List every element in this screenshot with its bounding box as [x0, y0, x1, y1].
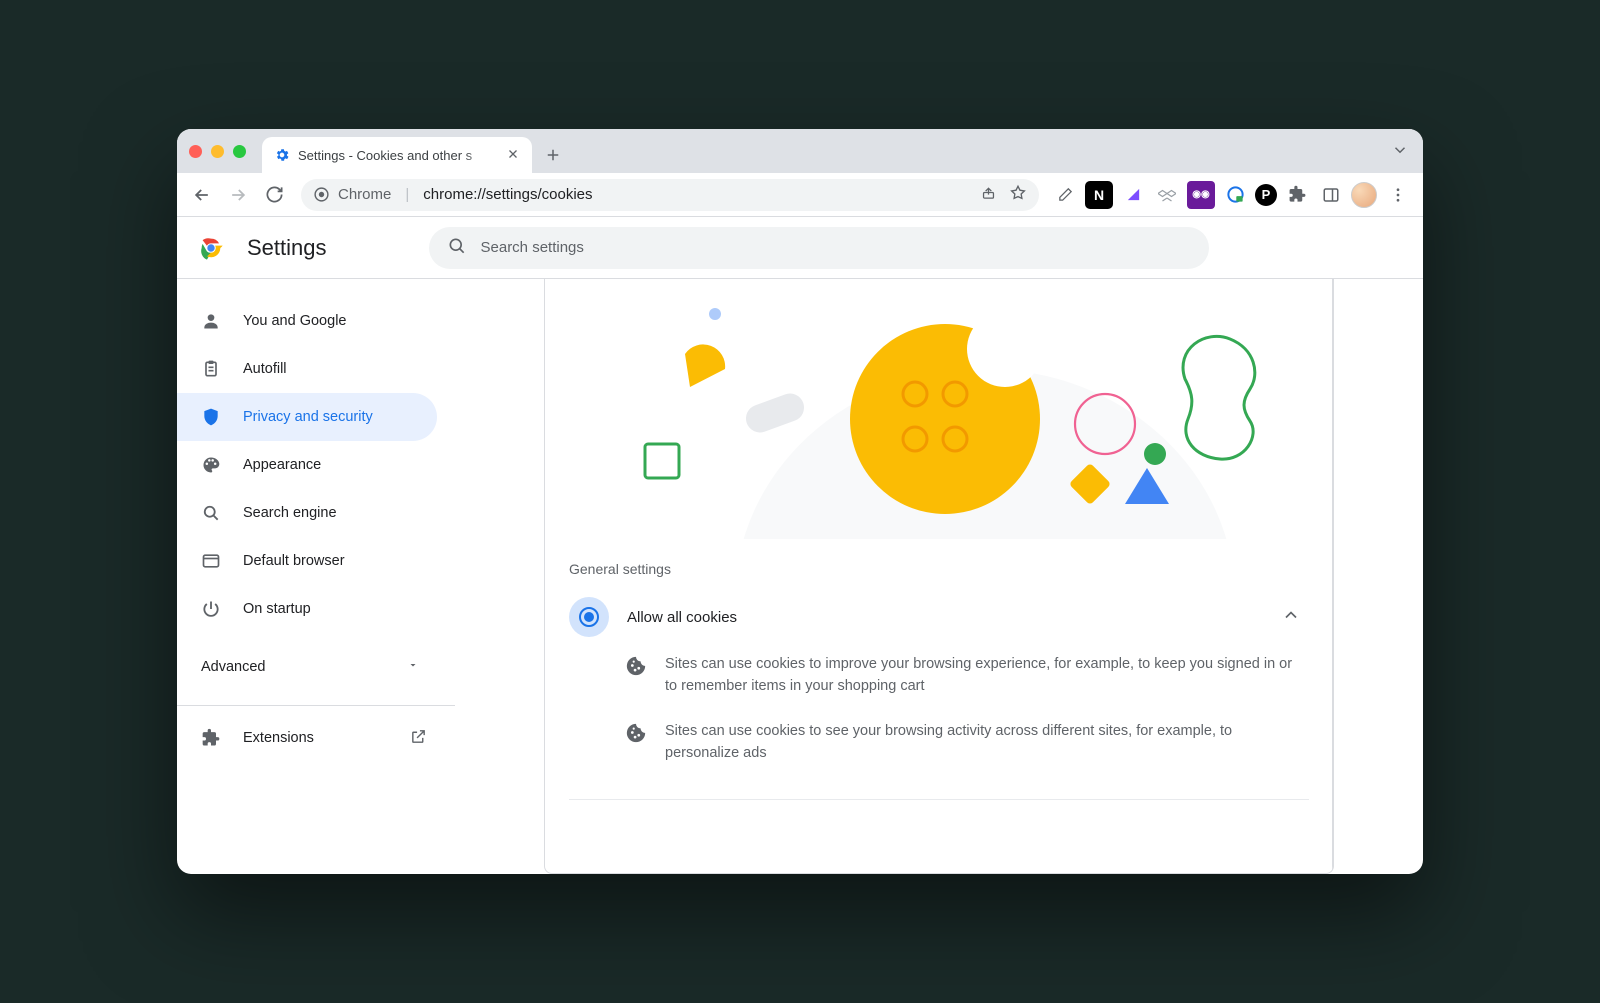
search-placeholder: Search settings: [481, 239, 584, 256]
clipboard-icon: [201, 359, 221, 379]
person-icon: [201, 311, 221, 331]
extension-circle-icon[interactable]: [1221, 181, 1249, 209]
tab-title: Settings - Cookies and other s: [298, 148, 498, 163]
radio-label: Allow all cookies: [627, 609, 737, 626]
palette-icon: [201, 455, 221, 475]
search-icon: [201, 503, 221, 523]
cookie-option-allow-all: Allow all cookies Sites can use cookies …: [545, 589, 1333, 785]
cookies-panel: General settings Allow all cookies: [544, 279, 1334, 874]
section-general-settings: General settings: [545, 539, 1333, 589]
sidebar-item-label: Privacy and security: [243, 409, 373, 425]
extensions-label: Extensions: [243, 730, 314, 746]
shield-icon: [201, 407, 221, 427]
sidebar-item-label: Search engine: [243, 505, 337, 521]
extension-p-icon[interactable]: P: [1255, 184, 1277, 206]
sidebar-item-autofill[interactable]: Autofill: [177, 345, 437, 393]
extension-purple-icon[interactable]: [1119, 181, 1147, 209]
sidebar-item-default-browser[interactable]: Default browser: [177, 537, 437, 585]
extension-icons: N ◉◉ P: [1051, 180, 1413, 210]
search-settings-input[interactable]: Search settings: [429, 227, 1209, 269]
forward-button[interactable]: [223, 180, 253, 210]
browser-icon: [201, 551, 221, 571]
extensions-puzzle-icon[interactable]: [1283, 181, 1311, 209]
settings-page: Settings Search settings You and Google …: [177, 217, 1423, 874]
radio-allow-all-cookies[interactable]: [569, 597, 609, 637]
minimize-window-button[interactable]: [211, 145, 224, 158]
settings-sidebar: You and Google Autofill Privacy and secu…: [177, 279, 455, 874]
share-icon[interactable]: [980, 184, 997, 206]
puzzle-icon: [201, 728, 221, 748]
tab-strip: Settings - Cookies and other s: [177, 129, 1423, 173]
toolbar: Chrome | chrome://settings/cookies N ◉◉ …: [177, 173, 1423, 217]
url-scheme: Chrome: [338, 186, 391, 203]
new-tab-button[interactable]: [538, 140, 568, 170]
address-bar[interactable]: Chrome | chrome://settings/cookies: [301, 179, 1039, 211]
chrome-logo-icon: [197, 234, 225, 262]
open-in-new-icon: [410, 728, 427, 749]
close-tab-icon[interactable]: [506, 147, 520, 164]
browser-tab[interactable]: Settings - Cookies and other s: [262, 137, 532, 173]
extension-dropbox-icon[interactable]: [1153, 181, 1181, 209]
close-window-button[interactable]: [189, 145, 202, 158]
chevron-up-icon[interactable]: [1277, 595, 1305, 640]
settings-main: General settings Allow all cookies: [455, 279, 1423, 874]
detail-text: Sites can use cookies to improve your br…: [665, 653, 1305, 698]
power-icon: [201, 599, 221, 619]
cookie-icon: [625, 722, 647, 765]
sidebar-item-privacy-security[interactable]: Privacy and security: [177, 393, 437, 441]
option-detail-1: Sites can use cookies to improve your br…: [569, 637, 1309, 704]
sidebar-item-you-and-google[interactable]: You and Google: [177, 297, 437, 345]
tab-list-chevron-icon[interactable]: [1391, 141, 1409, 164]
caret-down-icon: [407, 659, 419, 675]
extension-owl-icon[interactable]: ◉◉: [1187, 181, 1215, 209]
back-button[interactable]: [187, 180, 217, 210]
sidebar-item-label: You and Google: [243, 313, 346, 329]
profile-avatar[interactable]: [1351, 182, 1377, 208]
sidebar-item-extensions[interactable]: Extensions: [177, 714, 455, 762]
gear-icon: [274, 147, 290, 163]
menu-dots-icon[interactable]: [1383, 180, 1413, 210]
search-icon: [447, 236, 467, 260]
sidebar-item-on-startup[interactable]: On startup: [177, 585, 437, 633]
sidebar-item-label: Default browser: [243, 553, 345, 569]
bookmark-star-icon[interactable]: [1009, 184, 1027, 206]
cookies-hero-illustration: [545, 279, 1333, 539]
cookie-icon: [625, 655, 647, 698]
detail-text: Sites can use cookies to see your browsi…: [665, 720, 1305, 765]
reload-button[interactable]: [259, 180, 289, 210]
sidebar-advanced-toggle[interactable]: Advanced: [177, 643, 455, 691]
option-detail-2: Sites can use cookies to see your browsi…: [569, 704, 1309, 771]
page-title: Settings: [247, 235, 327, 261]
side-panel-icon[interactable]: [1317, 181, 1345, 209]
sidebar-item-label: On startup: [243, 601, 311, 617]
window-controls: [189, 129, 262, 173]
chrome-scheme-icon: [313, 186, 330, 203]
browser-window: Settings - Cookies and other s Chrome: [177, 129, 1423, 874]
sidebar-item-label: Autofill: [243, 361, 287, 377]
option-divider: [569, 799, 1309, 800]
extension-edit-icon[interactable]: [1051, 181, 1079, 209]
page-header: Settings Search settings: [177, 217, 1423, 279]
url-text: chrome://settings/cookies: [423, 186, 592, 203]
sidebar-item-search-engine[interactable]: Search engine: [177, 489, 437, 537]
advanced-label: Advanced: [201, 659, 266, 675]
sidebar-item-appearance[interactable]: Appearance: [177, 441, 437, 489]
extension-notion-icon[interactable]: N: [1085, 181, 1113, 209]
sidebar-item-label: Appearance: [243, 457, 321, 473]
sidebar-divider: [177, 705, 455, 706]
maximize-window-button[interactable]: [233, 145, 246, 158]
